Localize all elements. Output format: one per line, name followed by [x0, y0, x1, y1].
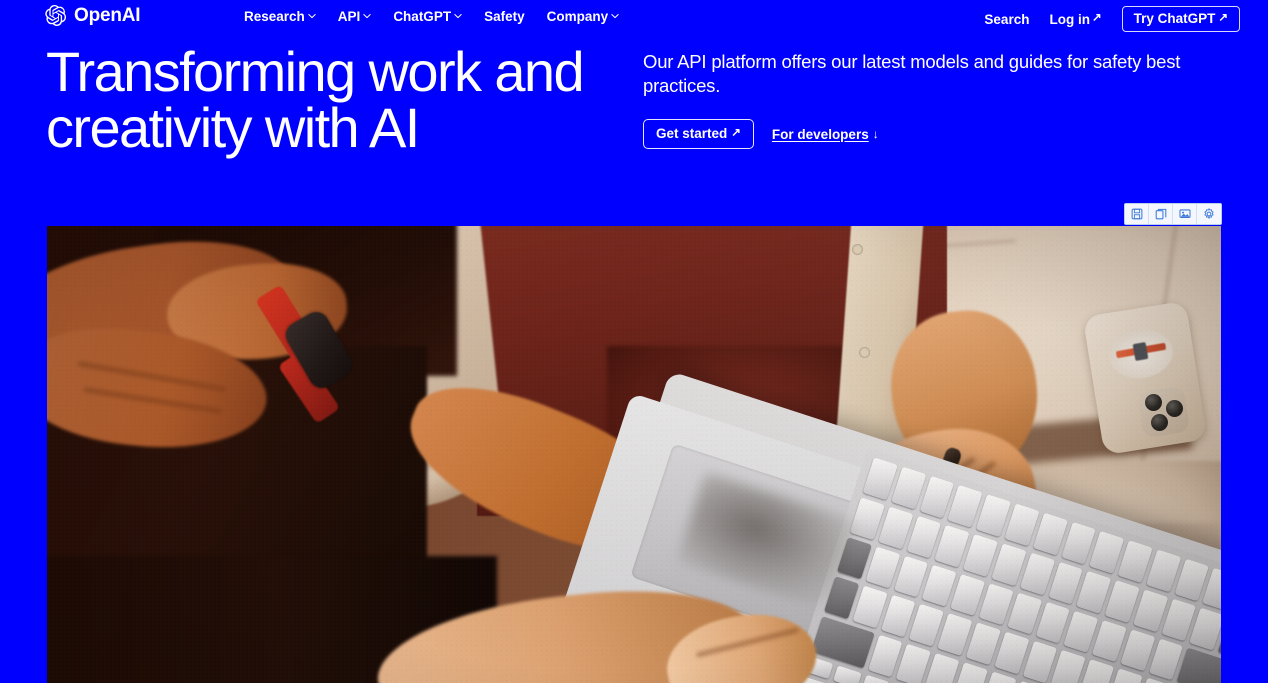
image-floating-toolbar: [1124, 203, 1222, 225]
phone-camera-lens: [1151, 414, 1168, 431]
try-chatgpt-button[interactable]: Try ChatGPT ↗: [1121, 6, 1240, 32]
page-root: OpenAI Research API ChatGPT Safety Compa…: [0, 0, 1268, 683]
nav-item-research[interactable]: Research: [244, 8, 316, 25]
chevron-down-icon: [611, 12, 619, 20]
shirt-button: [859, 347, 870, 358]
hero-cta-group: Get started ↗ For developers ↓: [643, 119, 1218, 149]
phone-sticker-center: [1132, 342, 1149, 361]
nav-item-company[interactable]: Company: [547, 8, 620, 25]
arrow-down-icon: ↓: [872, 127, 879, 141]
copy-icon[interactable]: [1149, 204, 1173, 224]
page-title: Transforming work and creativity with AI: [46, 44, 626, 156]
external-arrow-icon: ↗: [1218, 11, 1228, 24]
login-link[interactable]: Log in ↗: [1049, 12, 1101, 27]
external-arrow-icon: ↗: [731, 126, 741, 139]
nav-item-chatgpt-label: ChatGPT: [393, 9, 452, 24]
nav-item-api[interactable]: API: [338, 8, 372, 25]
nav-item-research-label: Research: [244, 9, 305, 24]
hero-image: [47, 226, 1221, 683]
nav-item-api-label: API: [337, 9, 361, 24]
chevron-down-icon: [363, 12, 372, 20]
nav-item-chatgpt[interactable]: ChatGPT: [393, 8, 462, 25]
hero-title-line-2: creativity with AI: [46, 96, 420, 159]
nav-utility-links: Search Log in ↗ Try ChatGPT ↗: [984, 6, 1240, 32]
hero-title-line-1: Transforming work and: [46, 40, 585, 103]
external-arrow-icon: ↗: [1091, 12, 1102, 25]
search-button[interactable]: Search: [984, 12, 1029, 27]
get-started-label: Get started: [656, 126, 728, 141]
save-icon[interactable]: [1125, 204, 1149, 224]
nav-item-safety[interactable]: Safety: [484, 8, 525, 25]
hero-subtitle: Our API platform offers our latest model…: [643, 51, 1181, 96]
shirt-button: [852, 244, 863, 255]
brand-name-label: OpenAI: [74, 5, 141, 26]
get-started-button[interactable]: Get started ↗: [643, 119, 754, 149]
try-chatgpt-label: Try ChatGPT: [1133, 11, 1216, 26]
top-navigation-bar: OpenAI Research API ChatGPT Safety Compa…: [0, 0, 1268, 34]
hero-copy-block: Our API platform offers our latest model…: [643, 50, 1218, 149]
primary-nav-links: Research API ChatGPT Safety Company: [244, 8, 619, 25]
for-developers-label: For developers: [771, 126, 869, 142]
screenshot-icon[interactable]: [1173, 204, 1197, 224]
nav-item-safety-label: Safety: [484, 9, 525, 24]
phone-camera-lens: [1145, 394, 1162, 411]
search-label: Search: [984, 11, 1030, 27]
nav-item-company-label: Company: [546, 9, 609, 24]
hero-heading-block: Transforming work and creativity with AI: [46, 44, 626, 156]
phone-camera-module: [1136, 385, 1191, 439]
phone-camera-lens: [1166, 400, 1183, 417]
chevron-down-icon: [454, 12, 462, 20]
settings-gear-icon[interactable]: [1197, 204, 1221, 224]
for-developers-link[interactable]: For developers ↓: [772, 127, 879, 142]
login-label: Log in: [1049, 11, 1090, 27]
openai-logo-icon: [44, 4, 67, 27]
chevron-down-icon: [308, 12, 316, 20]
openai-brand-home-link[interactable]: OpenAI: [44, 4, 141, 27]
hero-image-canvas: [47, 226, 1221, 683]
